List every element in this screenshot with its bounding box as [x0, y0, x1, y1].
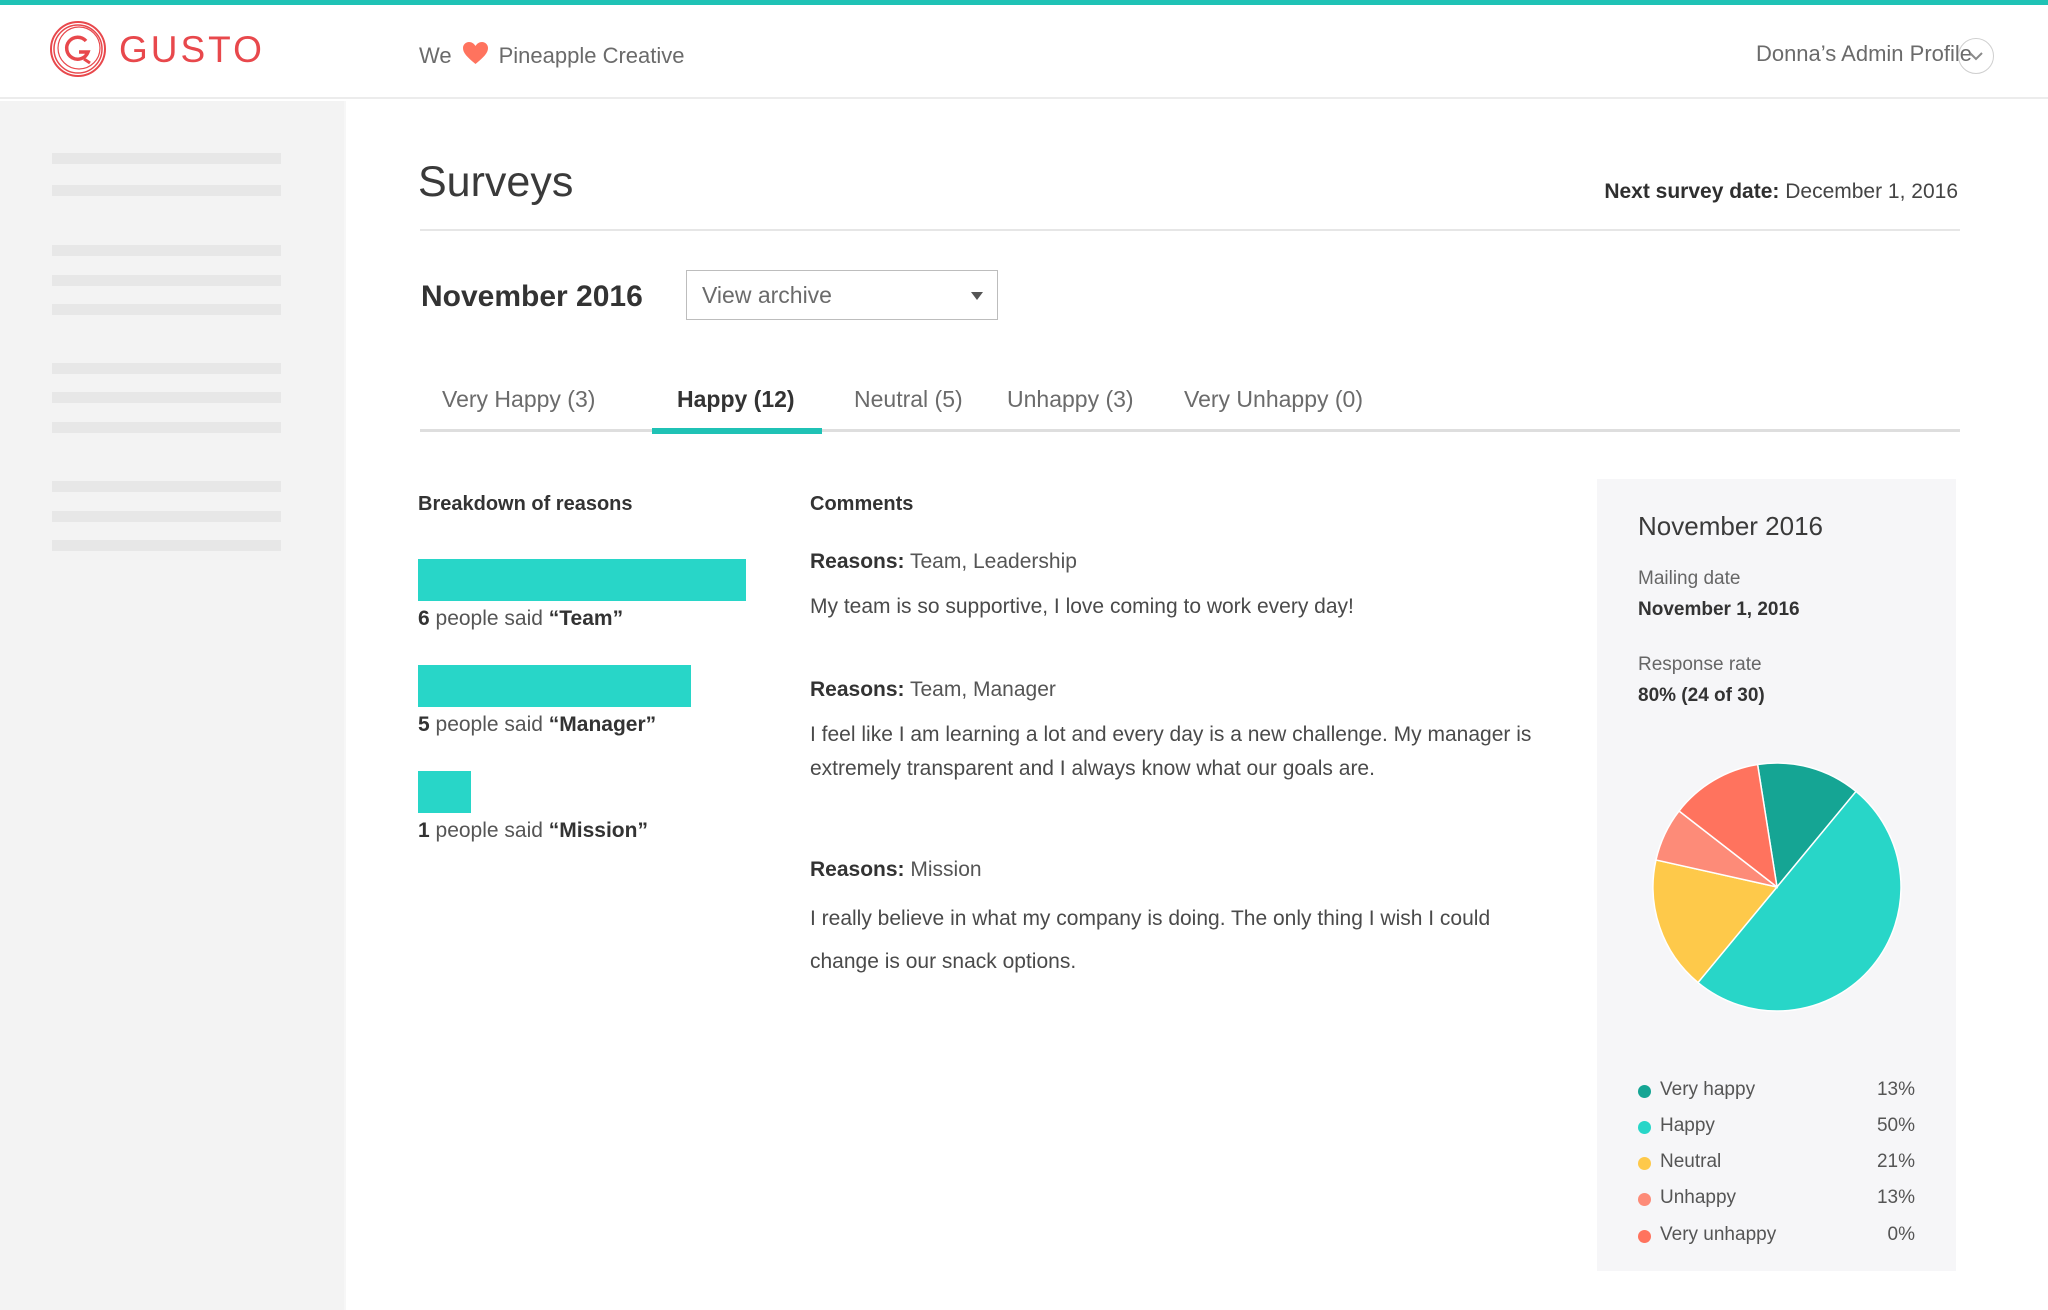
reason-name: “Team” — [548, 607, 624, 630]
survey-period-heading: November 2016 — [421, 280, 643, 313]
legend-item: Very unhappy 0% — [1638, 1222, 1915, 1248]
comment-item: Reasons: Team, Manager I feel like I am … — [810, 678, 1590, 786]
comments-heading: Comments — [810, 493, 914, 515]
reasons-label: Reasons: — [810, 550, 905, 573]
legend-item: Very happy 13% — [1638, 1077, 1915, 1103]
comment-text: I feel like I am learning a lot and ever… — [810, 723, 1532, 780]
company-name: Pineapple Creative — [498, 43, 685, 68]
reason-caption: 6 people said “Team” — [418, 607, 623, 631]
legend-item: Unhappy 13% — [1638, 1185, 1915, 1211]
page-title: Surveys — [418, 158, 574, 206]
reason-caption: 1 people said “Mission” — [418, 819, 648, 843]
title-divider — [420, 229, 1960, 231]
comment-item: Reasons: Team, Leadership My team is so … — [810, 550, 1590, 624]
legend-label: Happy — [1660, 1115, 1715, 1136]
sentiment-tabs: Very Happy (3) Happy (12) Neutral (5) Un… — [420, 380, 1960, 434]
next-survey-date: Next survey date: December 1, 2016 — [1604, 180, 1958, 204]
reason-count: 6 — [418, 607, 430, 630]
gusto-logo-icon — [50, 21, 106, 77]
sidebar-placeholder-item[interactable] — [52, 422, 281, 433]
heart-icon — [462, 41, 489, 71]
legend-dot-icon — [1638, 1121, 1651, 1134]
sidebar-placeholder-item[interactable] — [52, 363, 281, 374]
dropdown-caret-icon — [971, 292, 983, 300]
reason-bar — [418, 665, 691, 707]
sidebar-placeholder-item[interactable] — [52, 540, 281, 551]
sidebar-placeholder-item[interactable] — [52, 392, 281, 403]
reason-name: “Manager” — [548, 713, 657, 736]
reason-name: “Mission” — [548, 819, 648, 842]
next-survey-value: December 1, 2016 — [1779, 180, 1958, 203]
sidebar — [0, 101, 346, 1310]
tab-unhappy[interactable]: Unhappy (3) — [1007, 386, 1134, 413]
sidebar-placeholder-item[interactable] — [52, 511, 281, 522]
chevron-down-icon — [1969, 52, 1983, 61]
legend-value: 13% — [1876, 1079, 1915, 1100]
reason-caption: 5 people said “Manager” — [418, 713, 656, 737]
legend-label: Very unhappy — [1660, 1224, 1777, 1245]
sidebar-placeholder-item[interactable] — [52, 185, 281, 196]
archive-select-value: View archive — [702, 281, 832, 308]
tab-very-happy[interactable]: Very Happy (3) — [442, 386, 595, 413]
legend-dot-icon — [1638, 1193, 1651, 1206]
legend-item: Happy 50% — [1638, 1113, 1915, 1139]
reason-caption-text: people said — [429, 819, 549, 842]
sidebar-placeholder-item[interactable] — [52, 245, 281, 256]
next-survey-label: Next survey date: — [1604, 180, 1780, 203]
tab-neutral[interactable]: Neutral (5) — [854, 386, 963, 413]
reasons-value: Mission — [904, 858, 982, 881]
we-label: We — [419, 43, 452, 68]
survey-summary-card: November 2016 Mailing date November 1, 2… — [1597, 479, 1956, 1271]
legend-value: 0% — [1887, 1224, 1915, 1245]
reasons-value: Team, Manager — [904, 678, 1056, 701]
profile-menu-label[interactable]: Donna’s Admin Profile — [1756, 41, 1972, 67]
reason-count: 5 — [418, 713, 430, 736]
reason-bar — [418, 771, 471, 813]
legend-dot-icon — [1638, 1085, 1651, 1098]
legend-label: Neutral — [1660, 1151, 1722, 1172]
legend-item: Neutral 21% — [1638, 1149, 1915, 1175]
tab-happy[interactable]: Happy (12) — [677, 386, 795, 413]
reason-caption-text: people said — [429, 713, 549, 736]
profile-dropdown-button[interactable] — [1958, 38, 1994, 74]
comment-reasons: Reasons: Team, Manager — [810, 678, 1590, 702]
brand-name: GUSTO — [119, 28, 265, 70]
comment-item: Reasons: Mission I really believe in wha… — [810, 848, 1550, 983]
comment-reasons: Reasons: Mission — [810, 848, 1550, 891]
active-tab-indicator — [652, 428, 822, 434]
legend-value: 21% — [1876, 1151, 1915, 1172]
sidebar-placeholder-item[interactable] — [52, 304, 281, 315]
reasons-value: Team, Leadership — [904, 550, 1077, 573]
legend-label: Very happy — [1660, 1079, 1756, 1100]
header: GUSTO We Pineapple Creative Donna’s Admi… — [0, 5, 2048, 99]
tab-very-unhappy[interactable]: Very Unhappy (0) — [1184, 386, 1363, 413]
comment-text: My team is so supportive, I love coming … — [810, 595, 1354, 618]
view-archive-select[interactable]: View archive — [686, 270, 998, 320]
sidebar-placeholder-item[interactable] — [52, 153, 281, 164]
sidebar-placeholder-item[interactable] — [52, 275, 281, 286]
legend-dot-icon — [1638, 1230, 1651, 1243]
reasons-label: Reasons: — [810, 678, 905, 701]
comment-text: I really believe in what my company is d… — [810, 907, 1491, 973]
reason-caption-text: people said — [429, 607, 549, 630]
breakdown-heading: Breakdown of reasons — [418, 493, 633, 515]
company-tagline: We Pineapple Creative — [419, 41, 685, 71]
reason-bar — [418, 559, 746, 601]
legend-value: 50% — [1876, 1115, 1915, 1136]
legend-value: 13% — [1876, 1187, 1915, 1208]
sidebar-placeholder-item[interactable] — [52, 481, 281, 492]
legend-label: Unhappy — [1660, 1187, 1737, 1208]
reason-count: 1 — [418, 819, 430, 842]
tabs-baseline — [420, 429, 1960, 432]
reasons-label: Reasons: — [810, 858, 905, 881]
legend-dot-icon — [1638, 1157, 1651, 1170]
sentiment-pie-chart — [1652, 762, 1902, 1012]
gusto-logo[interactable]: GUSTO — [48, 19, 265, 79]
comment-reasons: Reasons: Team, Leadership — [810, 550, 1590, 574]
